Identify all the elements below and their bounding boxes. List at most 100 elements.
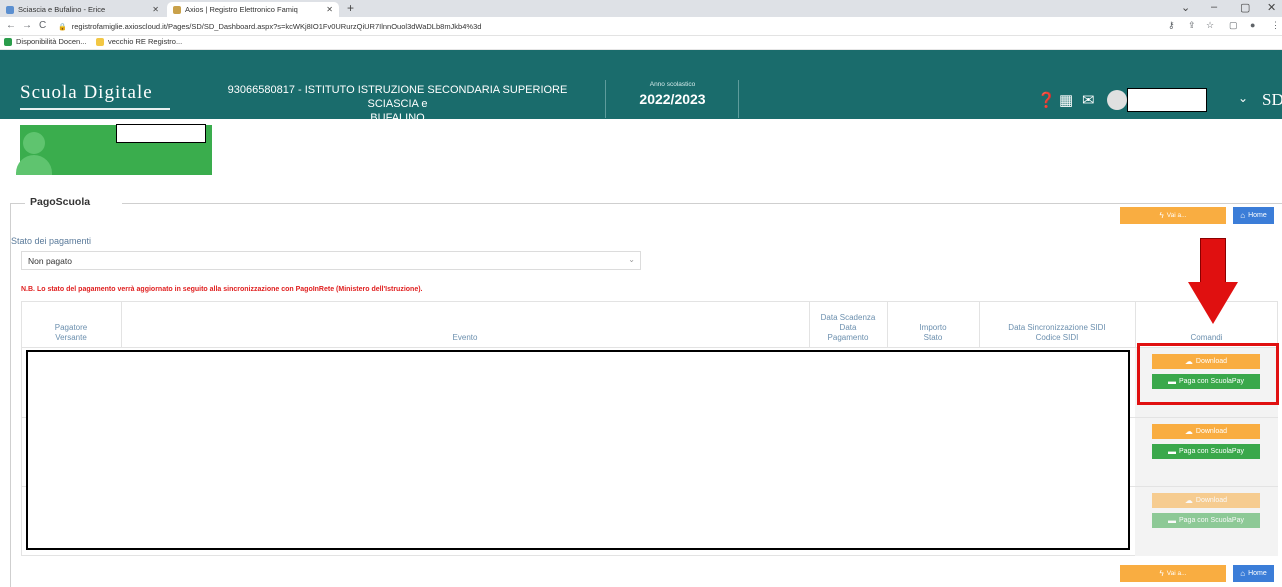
url-field[interactable]: 🔒 registrofamiglie.axioscloud.it/Pages/S… <box>58 19 1198 34</box>
chevron-down-icon: ⌄ <box>628 255 635 264</box>
pay-scuolapay-button[interactable]: ▬ Paga con ScuolaPay <box>1152 513 1260 528</box>
sd-brand-icon[interactable]: SD <box>1262 90 1282 110</box>
payment-status-select[interactable]: Non pagato ⌄ <box>21 251 641 270</box>
annotation-arrow <box>1200 238 1226 283</box>
column-header-sidi[interactable]: Data Sincronizzazione SIDI Codice SIDI <box>979 301 1135 347</box>
restore-button[interactable]: ▢ <box>1240 1 1250 14</box>
share-icon[interactable]: ⇪ <box>1188 20 1196 31</box>
header-line: Versante <box>55 333 87 342</box>
url-text: registrofamiglie.axioscloud.it/Pages/SD/… <box>71 22 482 31</box>
close-window-button[interactable]: ✕ <box>1267 1 1276 14</box>
home-icon: ⌂ <box>1240 211 1246 220</box>
school-year-value[interactable]: 2022/2023 <box>610 91 735 107</box>
bolt-icon: ϟ <box>1159 211 1164 220</box>
help-icon[interactable]: ❓ <box>1037 91 1056 109</box>
credit-card-icon: ▬ <box>1168 447 1176 456</box>
lock-icon: 🔒 <box>58 23 67 31</box>
redacted-events-box <box>26 350 1130 550</box>
home-label: Home <box>1248 570 1267 577</box>
header-divider <box>605 80 606 118</box>
key-icon[interactable]: ⚷ <box>1168 20 1175 31</box>
reload-icon[interactable]: C <box>39 20 46 31</box>
column-header-data[interactable]: Data Scadenza Data Pagamento <box>809 301 887 347</box>
site-favicon-icon <box>173 5 181 14</box>
header-divider <box>738 80 739 118</box>
envelope-icon[interactable]: ✉ <box>1082 91 1095 109</box>
site-favicon-icon <box>6 5 14 14</box>
browser-tab[interactable]: Sciascia e Bufalino - Erice ✕ <box>0 2 165 17</box>
home-icon: ⌂ <box>1240 569 1246 578</box>
close-tab-icon[interactable]: ✕ <box>152 5 159 14</box>
new-tab-button[interactable]: + <box>347 1 354 15</box>
tab-search-icon[interactable]: ⌄ <box>1181 1 1190 14</box>
folder-icon <box>96 37 104 46</box>
pay-label: Paga con ScuolaPay <box>1179 448 1244 455</box>
payment-status-label: Stato dei pagamenti <box>11 236 92 246</box>
bookmarks-bar: Disponibilità Docen... vecchio RE Regist… <box>0 36 1282 50</box>
building-icon[interactable]: ▦ <box>1059 91 1073 109</box>
sidepanel-icon[interactable]: ▢ <box>1229 20 1238 31</box>
fieldset-border <box>10 203 25 204</box>
download-button[interactable]: ☁ Download <box>1152 424 1260 439</box>
home-button[interactable]: ⌂ Home <box>1233 565 1274 582</box>
bookmark-item[interactable]: vecchio RE Registro... <box>96 37 182 46</box>
header-line: Data <box>839 323 857 332</box>
header-line: Pagatore <box>54 323 88 332</box>
browser-tab-strip: Sciascia e Bufalino - Erice ✕ Axios | Re… <box>0 0 1282 17</box>
highlight-box <box>1137 343 1279 405</box>
sync-notice: N.B. Lo stato del pagamento verrà aggior… <box>21 286 423 293</box>
minimize-button[interactable]: – <box>1211 1 1217 13</box>
header-line: Stato <box>923 333 943 342</box>
logo-underline <box>20 108 170 110</box>
back-arrow-icon[interactable]: ← <box>6 20 16 31</box>
pay-label: Paga con ScuolaPay <box>1179 517 1244 524</box>
column-header-pagatore[interactable]: Pagatore Versante <box>21 301 121 347</box>
tab-title: Sciascia e Bufalino - Erice <box>18 5 106 14</box>
bookmark-label: vecchio RE Registro... <box>108 37 183 46</box>
bookmark-item[interactable]: Disponibilità Docen... <box>4 37 86 46</box>
header-line: Data Sincronizzazione SIDI <box>1008 323 1106 332</box>
star-icon[interactable]: ☆ <box>1206 20 1214 31</box>
forward-arrow-icon[interactable]: → <box>22 20 32 31</box>
header-line: Importo <box>919 323 947 332</box>
header-line: Comandi <box>1190 333 1223 342</box>
annotation-arrow-head <box>1188 282 1238 324</box>
avatar[interactable] <box>1107 90 1127 110</box>
school-line-1: 93066580817 - ISTITUTO ISTRUZIONE SECOND… <box>227 84 568 110</box>
scuola-digitale-logo[interactable]: Scuola Digitale <box>20 82 153 104</box>
download-button[interactable]: ☁ Download <box>1152 493 1260 508</box>
close-tab-icon[interactable]: ✕ <box>326 5 333 14</box>
student-avatar-body <box>16 155 52 175</box>
header-line: Evento <box>452 333 478 342</box>
home-button[interactable]: ⌂ Home <box>1233 207 1274 224</box>
profile-icon[interactable]: ● <box>1250 20 1255 30</box>
tab-title: Axios | Registro Elettronico Famiq <box>185 5 298 14</box>
logo-text: Scuola Digitale <box>20 82 153 103</box>
cloud-download-icon: ☁ <box>1184 427 1193 436</box>
payment-status-value: Non pagato <box>28 255 72 266</box>
vai-a-button[interactable]: ϟ Vai a... <box>1120 207 1226 224</box>
chevron-down-icon[interactable]: ⌄ <box>1238 91 1248 105</box>
pay-scuolapay-button[interactable]: ▬ Paga con ScuolaPay <box>1152 444 1260 459</box>
header-line: Codice SIDI <box>1035 333 1079 342</box>
fieldset-border <box>10 203 11 587</box>
bookmark-icon <box>4 37 12 46</box>
menu-icon[interactable]: ⋮ <box>1271 20 1280 31</box>
app-header: Scuola Digitale 93066580817 - ISTITUTO I… <box>0 50 1282 124</box>
browser-tab-active[interactable]: Axios | Registro Elettronico Famiq ✕ <box>167 2 339 17</box>
column-header-evento[interactable]: Evento <box>121 301 809 347</box>
student-avatar-icon <box>23 132 45 154</box>
bookmark-label: Disponibilità Docen... <box>16 37 87 46</box>
cloud-download-icon: ☁ <box>1184 496 1193 505</box>
vai-a-label: Vai a... <box>1166 570 1187 577</box>
vai-a-button[interactable]: ϟ Vai a... <box>1120 565 1226 582</box>
school-year-label: Anno scolastico <box>649 81 696 88</box>
bolt-icon: ϟ <box>1159 569 1164 578</box>
table-header-divider <box>21 347 1278 348</box>
credit-card-icon: ▬ <box>1168 516 1176 525</box>
column-header-importo[interactable]: Importo Stato <box>887 301 979 347</box>
user-name-redacted[interactable] <box>1127 88 1207 112</box>
school-name: 93066580817 - ISTITUTO ISTRUZIONE SECOND… <box>205 83 590 125</box>
fieldset-border <box>122 203 1282 204</box>
home-label: Home <box>1248 212 1267 219</box>
